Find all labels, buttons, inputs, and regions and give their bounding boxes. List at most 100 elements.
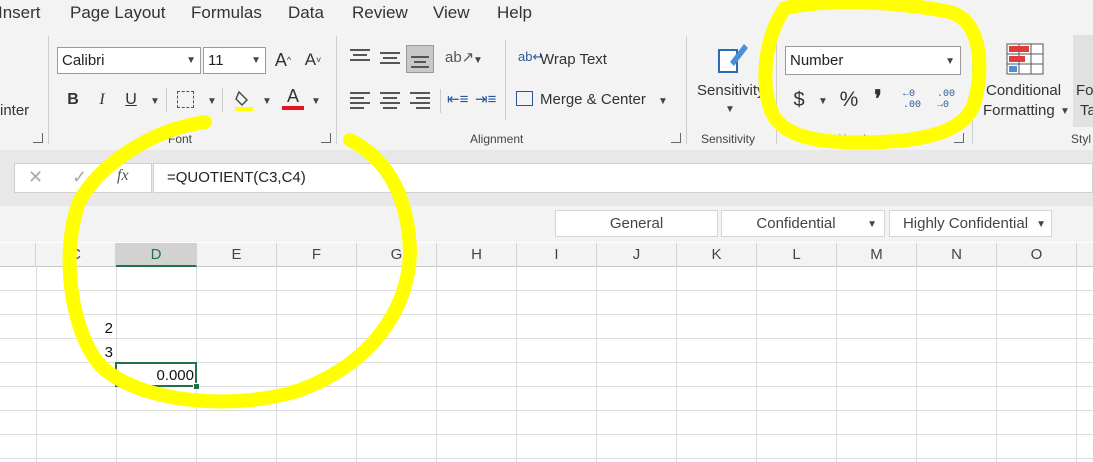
underline-button[interactable]: U <box>120 88 142 112</box>
chevron-down-icon[interactable]: ▼ <box>150 96 160 107</box>
font-size-value: 11 <box>208 52 224 69</box>
column-header-n[interactable]: N <box>917 243 997 267</box>
cancel-icon[interactable]: ✕ <box>28 167 43 188</box>
increase-decimal-icon[interactable]: ←0 .00 <box>903 89 921 111</box>
format-painter-label[interactable]: inter <box>0 102 29 119</box>
sensitivity-group-label: Sensitivity <box>701 132 756 146</box>
column-header-m[interactable]: M <box>837 243 917 267</box>
insert-function-icon[interactable]: fx <box>117 167 129 185</box>
grid-line <box>676 267 677 462</box>
chevron-down-icon: ▼ <box>186 55 196 66</box>
chevron-down-icon[interactable]: ▼ <box>818 96 828 107</box>
menu-formulas[interactable]: Formulas <box>191 3 262 23</box>
number-format-value: Number <box>790 52 844 69</box>
formula-input[interactable]: =QUOTIENT(C3,C4) <box>153 163 1093 193</box>
column-header-l[interactable]: L <box>757 243 837 267</box>
conditional-formatting-icon[interactable] <box>1006 43 1044 75</box>
sensitivity-button[interactable]: Sensitivity <box>697 82 765 99</box>
divider <box>222 88 223 112</box>
align-center-icon[interactable] <box>380 89 400 112</box>
decrease-indent-icon[interactable]: ⇤≡ <box>447 90 468 108</box>
merge-center-button[interactable]: Merge & Center <box>540 91 646 108</box>
column-header-f[interactable]: F <box>277 243 357 267</box>
highly-confidential-label-button[interactable]: Highly Confidential ▼ <box>889 210 1052 237</box>
number-format-box[interactable]: Number ▼ <box>785 46 961 75</box>
column-header-k[interactable]: K <box>677 243 757 267</box>
decrease-decimal-icon[interactable]: .00 →0 <box>937 89 955 111</box>
clipboard-launcher-icon[interactable] <box>33 133 43 143</box>
top-align-icon[interactable] <box>350 46 370 64</box>
group-separator <box>972 36 973 144</box>
percent-style-button[interactable]: % <box>837 88 861 112</box>
middle-align-icon[interactable] <box>380 49 400 67</box>
comma-style-button[interactable]: ❜ <box>870 86 886 113</box>
column-header-i[interactable]: I <box>517 243 597 267</box>
font-launcher-icon[interactable] <box>321 133 331 143</box>
column-header-b[interactable]: B <box>0 243 36 267</box>
orientation-icon[interactable]: ab↗ <box>445 48 474 66</box>
chevron-down-icon[interactable]: ▼ <box>658 96 668 107</box>
conditional-formatting-line2[interactable]: Formatting <box>983 102 1055 119</box>
font-name-value: Calibri <box>62 52 105 69</box>
font-color-icon[interactable]: A <box>282 86 304 112</box>
fill-color-icon[interactable] <box>233 88 255 112</box>
cell-c3[interactable]: 2 <box>36 320 113 337</box>
group-separator <box>686 36 687 144</box>
menu-review[interactable]: Review <box>352 3 408 23</box>
chevron-down-icon: ▼ <box>1036 219 1046 230</box>
column-header-e[interactable]: E <box>197 243 277 267</box>
column-header-d[interactable]: D <box>116 243 197 267</box>
cell-c4[interactable]: 3 <box>36 344 113 361</box>
menu-data[interactable]: Data <box>288 3 324 23</box>
shrink-font-icon[interactable]: A ˅ <box>301 48 325 72</box>
bold-button[interactable]: B <box>62 88 84 112</box>
borders-icon[interactable] <box>177 91 194 108</box>
alignment-launcher-icon[interactable] <box>671 133 681 143</box>
number-launcher-icon[interactable] <box>954 133 964 143</box>
grid-line <box>0 290 1093 291</box>
bottom-align-button[interactable] <box>406 45 434 73</box>
chevron-down-icon[interactable]: ▼ <box>473 55 483 66</box>
column-header-o[interactable]: O <box>997 243 1077 267</box>
font-name-box[interactable]: Calibri ▼ <box>57 47 201 74</box>
grid-line <box>276 267 277 462</box>
column-header-c[interactable]: C <box>36 243 116 267</box>
enter-icon[interactable]: ✓ <box>72 167 87 188</box>
format-as-table-line2[interactable]: Ta <box>1080 102 1093 119</box>
grid-line <box>916 267 917 462</box>
chevron-down-icon[interactable]: ▼ <box>725 104 735 115</box>
column-header-h[interactable]: H <box>437 243 517 267</box>
highly-confidential-label-text: Highly Confidential <box>902 215 1029 232</box>
sensitivity-icon[interactable] <box>716 38 750 76</box>
align-left-icon[interactable] <box>350 89 370 112</box>
column-header-j[interactable]: J <box>597 243 677 267</box>
alignment-group-label: Alignment <box>470 132 524 146</box>
grow-font-icon[interactable]: A ^ <box>271 48 295 72</box>
menu-help[interactable]: Help <box>497 3 532 23</box>
grid-line <box>756 267 757 462</box>
menu-view[interactable]: View <box>433 3 470 23</box>
chevron-down-icon[interactable]: ▼ <box>311 96 321 107</box>
font-size-box[interactable]: 11 ▼ <box>203 47 266 74</box>
align-right-icon[interactable] <box>410 89 430 112</box>
conditional-formatting-line1[interactable]: Conditional <box>986 82 1061 99</box>
confidential-label-text: Confidential <box>756 215 836 232</box>
grid-line <box>0 434 1093 435</box>
accounting-format-button[interactable]: $ <box>790 88 808 112</box>
chevron-down-icon[interactable]: ▼ <box>262 96 272 107</box>
italic-button[interactable]: I <box>92 88 112 112</box>
chevron-down-icon[interactable]: ▼ <box>207 96 217 107</box>
increase-indent-icon[interactable]: ⇥≡ <box>475 90 496 108</box>
format-as-table-line1[interactable]: For <box>1076 82 1093 99</box>
menu-insert[interactable]: Insert <box>0 3 41 23</box>
grid-line <box>1076 267 1077 462</box>
chevron-down-icon[interactable]: ▼ <box>1060 106 1070 117</box>
general-label-button[interactable]: General <box>555 210 718 237</box>
chevron-down-icon: ▼ <box>945 56 955 67</box>
column-header-g[interactable]: G <box>357 243 437 267</box>
divider <box>166 88 167 112</box>
menu-page-layout[interactable]: Page Layout <box>70 3 165 23</box>
wrap-text-button[interactable]: Wrap Text <box>540 51 607 68</box>
confidential-label-button[interactable]: Confidential ▼ <box>721 210 885 237</box>
fill-handle[interactable] <box>193 383 200 390</box>
